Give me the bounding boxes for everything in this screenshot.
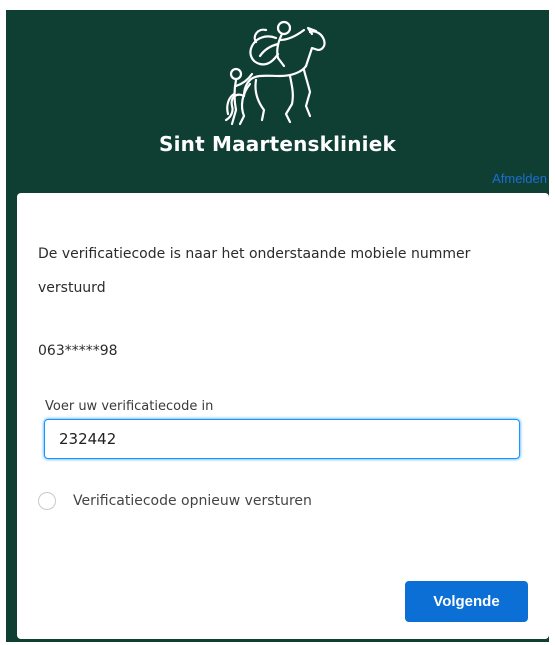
logout-link[interactable]: Afmelden <box>492 171 547 186</box>
verification-card: De verificatiecode is naar het onderstaa… <box>17 193 549 639</box>
masked-phone-number: 063*****98 <box>38 343 118 359</box>
next-button[interactable]: Volgende <box>405 581 528 622</box>
verification-code-label: Voer uw verificatiecode in <box>45 399 214 414</box>
page-background: Sint Maartenskliniek Afmelden De verific… <box>6 10 549 642</box>
resend-code-option[interactable]: Verificatiecode opnieuw versturen <box>38 492 312 510</box>
resend-radio-button[interactable] <box>38 492 56 510</box>
verification-description: De verificatiecode is naar het onderstaa… <box>38 246 471 296</box>
horseman-cloak-logo-icon <box>224 20 326 126</box>
verification-code-input[interactable] <box>44 419 520 459</box>
header: Sint Maartenskliniek Afmelden <box>6 10 549 190</box>
resend-code-label: Verificatiecode opnieuw versturen <box>73 493 312 509</box>
brand-name: Sint Maartenskliniek <box>158 132 397 156</box>
user-bar: Afmelden <box>492 171 547 186</box>
